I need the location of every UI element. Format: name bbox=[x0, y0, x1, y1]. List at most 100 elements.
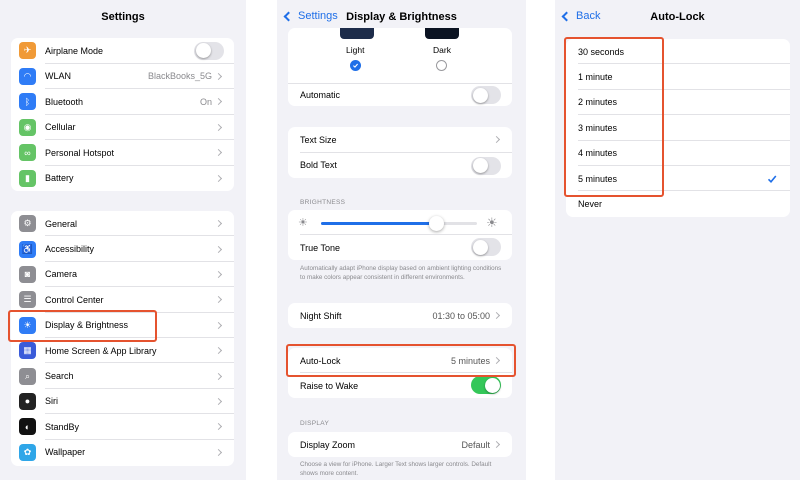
settings-row-accessibility[interactable]: ♿ Accessibility bbox=[11, 236, 234, 262]
chevron-right-icon bbox=[492, 136, 501, 144]
settings-row-label: Search bbox=[45, 371, 74, 382]
settings-row-control-center[interactable]: ☰ Control Center bbox=[11, 287, 234, 313]
settings-row-label: Wallpaper bbox=[45, 447, 86, 458]
settings-row-personal-hotspot[interactable]: ∞ Personal Hotspot bbox=[11, 140, 234, 166]
auto-lock-option-label: Never bbox=[578, 199, 603, 210]
settings-row-label: Siri bbox=[45, 396, 58, 407]
wallpaper-icon: ✿ bbox=[19, 443, 36, 461]
chevron-right-icon bbox=[214, 397, 223, 405]
search-icon: ⌕ bbox=[19, 367, 36, 385]
chevron-right-icon bbox=[492, 440, 501, 449]
brightness-group: ☀ ☀ True Tone bbox=[288, 210, 512, 260]
settings-row-label: Cellular bbox=[45, 122, 76, 133]
chevron-right-icon bbox=[214, 423, 223, 431]
cellular-icon: ◉ bbox=[19, 118, 36, 136]
chevron-right-icon bbox=[214, 123, 223, 131]
display-zoom-row[interactable]: Display Zoom Default bbox=[288, 432, 512, 457]
display-brightness-panel: Settings Display & Brightness Light Dark… bbox=[277, 0, 526, 480]
chevron-right-icon bbox=[214, 347, 223, 355]
automatic-label: Automatic bbox=[300, 90, 341, 100]
raise-to-wake-toggle[interactable] bbox=[471, 376, 501, 394]
true-tone-note: Automatically adapt iPhone display based… bbox=[300, 265, 502, 281]
settings-row-general[interactable]: ⚙ General bbox=[11, 211, 234, 237]
wifi-icon: ◠ bbox=[19, 67, 36, 85]
dark-radio[interactable] bbox=[436, 60, 447, 71]
automatic-toggle[interactable] bbox=[471, 86, 501, 104]
settings-panel: Settings ✈ Airplane Mode ◠ WLAN BlackBooks_5… bbox=[0, 0, 246, 480]
settings-row-wlan[interactable]: ◠ WLAN BlackBooks_5G bbox=[11, 64, 234, 89]
bluetooth-icon: ᛒ bbox=[19, 93, 36, 111]
text-group: Text Size Bold Text bbox=[288, 127, 512, 178]
auto-lock-highlight bbox=[286, 344, 516, 377]
settings-row-label: Accessibility bbox=[45, 244, 95, 255]
siri-icon: ● bbox=[19, 392, 36, 410]
checkmark-icon bbox=[353, 63, 359, 68]
chevron-right-icon bbox=[492, 311, 501, 320]
light-label: Light bbox=[346, 45, 365, 55]
back-button[interactable]: Back bbox=[561, 10, 600, 22]
settings-row-label: Personal Hotspot bbox=[45, 147, 115, 158]
auto-lock-options-highlight bbox=[564, 37, 664, 197]
chevron-right-icon bbox=[214, 220, 223, 228]
settings-group-connectivity: ✈ Airplane Mode ◠ WLAN BlackBooks_5G ᛒ Bluetoo… bbox=[11, 38, 234, 191]
true-tone-label: True Tone bbox=[300, 242, 341, 253]
settings-row-wallpaper[interactable]: ✿ Wallpaper bbox=[11, 440, 234, 465]
settings-row-label: Airplane Mode bbox=[45, 45, 104, 56]
settings-row-label: StandBy bbox=[45, 421, 80, 432]
display-zoom-note: Choose a view for iPhone. Larger Text sh… bbox=[300, 461, 492, 477]
accessibility-icon: ♿ bbox=[19, 240, 36, 258]
chevron-right-icon bbox=[214, 174, 223, 182]
night-shift-row[interactable]: Night Shift 01:30 to 05:00 bbox=[288, 303, 512, 328]
chevron-right-icon bbox=[214, 72, 223, 80]
settings-row-siri[interactable]: ● Siri bbox=[11, 389, 234, 415]
settings-row-cellular[interactable]: ◉ Cellular bbox=[11, 115, 234, 140]
text-size-row[interactable]: Text Size bbox=[288, 127, 512, 153]
control-center-icon: ☰ bbox=[19, 291, 36, 309]
settings-row-airplane-mode[interactable]: ✈ Airplane Mode bbox=[11, 38, 234, 64]
dark-label: Dark bbox=[433, 45, 451, 55]
settings-row-value: BlackBooks_5G bbox=[147, 71, 212, 82]
light-preview[interactable] bbox=[340, 28, 374, 39]
settings-row-camera[interactable]: ◙ Camera bbox=[11, 262, 234, 288]
settings-title: Settings bbox=[101, 11, 145, 23]
settings-row-label: Control Center bbox=[45, 294, 104, 305]
chevron-right-icon bbox=[214, 372, 223, 380]
settings-nav-bar: Settings bbox=[0, 0, 246, 34]
true-tone-toggle[interactable] bbox=[471, 238, 501, 256]
settings-row-label: Bluetooth bbox=[45, 96, 84, 107]
display-brightness-highlight bbox=[8, 310, 157, 342]
settings-row-label: Camera bbox=[45, 269, 78, 280]
settings-row-search[interactable]: ⌕ Search bbox=[11, 363, 234, 389]
settings-row-bluetooth[interactable]: ᛒ Bluetooth On bbox=[11, 89, 234, 115]
dark-preview[interactable] bbox=[425, 28, 459, 39]
checkmark-icon bbox=[767, 175, 777, 183]
brightness-track bbox=[321, 216, 477, 231]
chevron-left-icon bbox=[283, 11, 294, 21]
settings-row-label: General bbox=[45, 218, 78, 229]
brightness-slider-knob[interactable] bbox=[428, 216, 444, 231]
settings-row-label: WLAN bbox=[45, 71, 72, 82]
settings-row-label: Battery bbox=[45, 173, 74, 184]
appearance-group: Light Dark Automatic bbox=[288, 28, 512, 106]
settings-row-value: On bbox=[199, 96, 212, 107]
settings-row-battery[interactable]: ▮ Battery bbox=[11, 166, 234, 192]
settings-row-standby[interactable]: ◐ StandBy bbox=[11, 414, 234, 440]
light-radio-checked[interactable] bbox=[350, 60, 361, 71]
sun-large-icon: ☀ bbox=[486, 215, 498, 230]
brightness-header: BRIGHTNESS bbox=[300, 199, 346, 206]
airplane-icon: ✈ bbox=[19, 42, 36, 60]
display-title: Display & Brightness bbox=[346, 11, 457, 23]
back-button[interactable]: Settings bbox=[283, 10, 338, 22]
gear-icon: ⚙ bbox=[19, 215, 36, 233]
chevron-left-icon bbox=[561, 11, 572, 21]
chevron-right-icon bbox=[214, 296, 223, 304]
camera-icon: ◙ bbox=[19, 265, 36, 283]
auto-lock-nav-bar: Back Auto-Lock bbox=[555, 0, 800, 34]
auto-lock-title: Auto-Lock bbox=[650, 11, 705, 23]
home-screen-icon: ▦ bbox=[19, 342, 36, 360]
auto-lock-panel: Back Auto-Lock 30 seconds 1 minute 2 minut… bbox=[555, 0, 800, 480]
airplane-mode-toggle[interactable] bbox=[194, 41, 224, 60]
chevron-right-icon bbox=[214, 98, 223, 106]
chevron-right-icon bbox=[214, 270, 223, 279]
bold-text-toggle[interactable] bbox=[471, 156, 501, 175]
